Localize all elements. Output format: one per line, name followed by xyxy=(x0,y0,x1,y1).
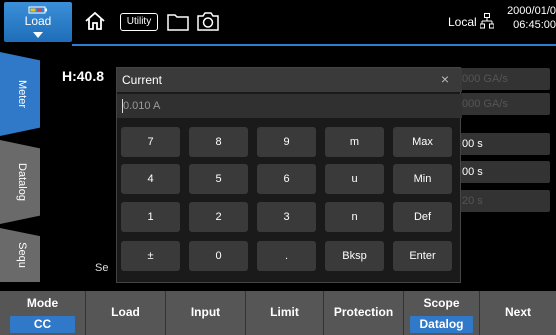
settings-label: Se xyxy=(95,262,109,274)
tab-sequence-label: Sequ xyxy=(16,242,28,268)
limit-softkey[interactable]: Limit xyxy=(246,291,324,335)
input-softkey[interactable]: Input xyxy=(166,291,246,335)
current-keypad-dialog: Current × 0.010 A 7 8 9 m Max 4 5 6 u Min 1 2 3 n Def ±… xyxy=(116,67,462,283)
header-divider xyxy=(72,44,556,46)
close-icon[interactable]: × xyxy=(436,71,454,87)
datetime: 2000/01/0 06:45:00 xyxy=(500,4,556,32)
mode-softkey[interactable]: Mode CC xyxy=(0,291,86,335)
rate-field[interactable]: 000 GA/s xyxy=(456,68,550,90)
camera-icon[interactable] xyxy=(197,11,219,31)
load-mode-tab[interactable]: Load xyxy=(4,2,72,42)
trigger-high-level: H:40.8 xyxy=(62,68,105,84)
next-softkey[interactable]: Next xyxy=(480,291,556,335)
keypad-key[interactable]: Min xyxy=(393,164,452,194)
input-softkey-label: Input xyxy=(190,305,221,319)
tab-datalog-label: Datalog xyxy=(16,163,28,201)
keypad-key[interactable]: 0 xyxy=(189,241,248,271)
keypad-key[interactable]: Def xyxy=(393,202,452,232)
keypad-key[interactable]: 5 xyxy=(189,164,248,194)
time-field[interactable]: 00 s xyxy=(456,161,550,183)
tab-meter-label: Meter xyxy=(16,79,28,109)
mode-softkey-value: CC xyxy=(10,316,75,333)
mode-softkey-label: Mode xyxy=(26,296,59,310)
value-input[interactable]: 0.010 A xyxy=(117,94,462,118)
keypad-key[interactable]: u xyxy=(325,164,384,194)
load-softkey[interactable]: Load xyxy=(86,291,166,335)
scope-softkey[interactable]: Scope Datalog xyxy=(404,291,480,335)
tab-sequence[interactable]: Sequ xyxy=(0,228,40,282)
top-bar: Load Utility Local 2000/01/0 06:45:00 xyxy=(0,0,556,44)
folder-icon[interactable] xyxy=(167,13,189,31)
keypad-key[interactable]: 4 xyxy=(121,164,180,194)
keypad-key[interactable]: 3 xyxy=(257,202,316,232)
scope-softkey-label: Scope xyxy=(423,296,460,310)
dialog-title-bar: Current × xyxy=(117,68,462,92)
home-icon[interactable] xyxy=(84,10,106,32)
keypad-key[interactable]: Enter xyxy=(393,241,452,271)
limit-softkey-label: Limit xyxy=(270,305,299,319)
protection-softkey[interactable]: Protection xyxy=(324,291,404,335)
date-text: 2000/01/0 xyxy=(507,5,556,17)
keypad-key[interactable]: 7 xyxy=(121,127,180,157)
time-field[interactable]: 00 s xyxy=(456,133,550,155)
utility-button[interactable]: Utility xyxy=(120,13,158,31)
value-input-text: 0.010 A xyxy=(123,100,161,112)
dialog-title: Current xyxy=(122,73,163,87)
local-status: Local xyxy=(448,15,477,29)
keypad-key[interactable]: Max xyxy=(393,127,452,157)
tab-datalog[interactable]: Datalog xyxy=(0,140,40,224)
dropdown-arrow-icon xyxy=(33,32,43,38)
keypad-key[interactable]: m xyxy=(325,127,384,157)
time-field[interactable]: 20 s xyxy=(456,190,550,212)
softkey-bar: Mode CC Load Input Limit Protection Scop… xyxy=(0,291,556,335)
protection-softkey-label: Protection xyxy=(333,305,394,319)
network-icon xyxy=(480,13,494,29)
keypad-key[interactable]: Bksp xyxy=(325,241,384,271)
keypad-key[interactable]: 8 xyxy=(189,127,248,157)
keypad-key[interactable]: . xyxy=(257,241,316,271)
tab-meter[interactable]: Meter xyxy=(0,52,40,136)
keypad-key[interactable]: 2 xyxy=(189,202,248,232)
time-text: 06:45:00 xyxy=(513,19,556,31)
next-softkey-label: Next xyxy=(504,305,531,319)
keypad-key[interactable]: 9 xyxy=(257,127,316,157)
rate-field[interactable]: 000 GA/s xyxy=(456,93,550,115)
load-softkey-label: Load xyxy=(111,305,140,319)
keypad-key[interactable]: ± xyxy=(121,241,180,271)
keypad-key[interactable]: n xyxy=(325,202,384,232)
load-tab-label: Load xyxy=(24,14,52,28)
scope-softkey-value: Datalog xyxy=(410,316,473,333)
keypad-key[interactable]: 1 xyxy=(121,202,180,232)
keypad-key[interactable]: 6 xyxy=(257,164,316,194)
battery-icon xyxy=(28,6,47,14)
